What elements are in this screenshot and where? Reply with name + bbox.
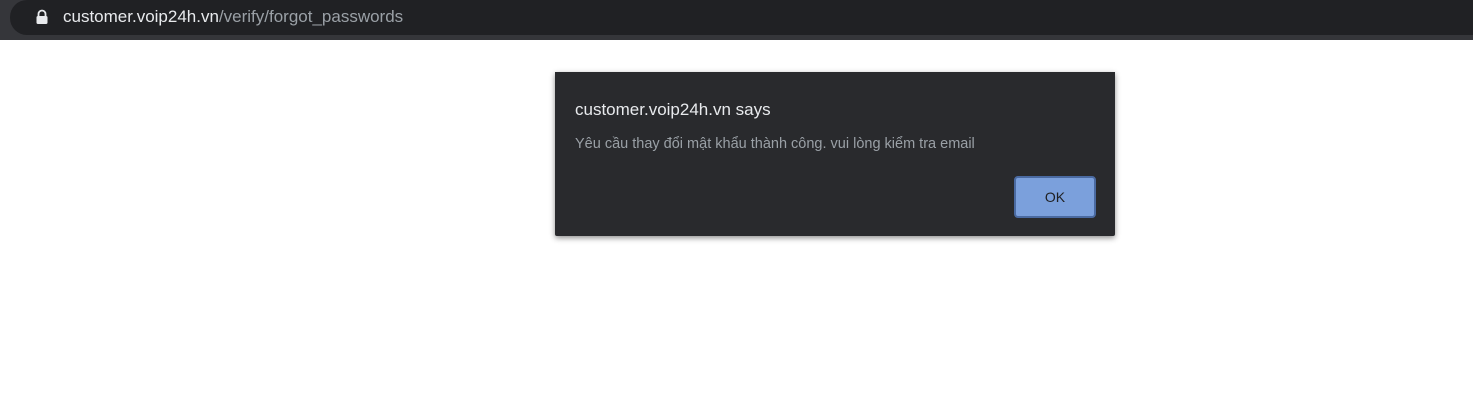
alert-dialog: customer.voip24h.vn says Yêu cầu thay đổ…	[555, 72, 1115, 236]
browser-top-bar: customer.voip24h.vn/verify/forgot_passwo…	[0, 0, 1473, 40]
page-content: customer.voip24h.vn says Yêu cầu thay đổ…	[0, 40, 1473, 407]
url-path: /verify/forgot_passwords	[218, 7, 404, 26]
url-text[interactable]: customer.voip24h.vn/verify/forgot_passwo…	[63, 6, 403, 28]
lock-icon[interactable]	[35, 9, 49, 25]
address-bar[interactable]: customer.voip24h.vn/verify/forgot_passwo…	[10, 0, 1473, 35]
dialog-message: Yêu cầu thay đổi mật khẩu thành công. vu…	[575, 136, 975, 152]
url-host: customer.voip24h.vn	[63, 7, 219, 26]
ok-button[interactable]: OK	[1014, 176, 1096, 218]
dialog-title: customer.voip24h.vn says	[575, 100, 771, 119]
